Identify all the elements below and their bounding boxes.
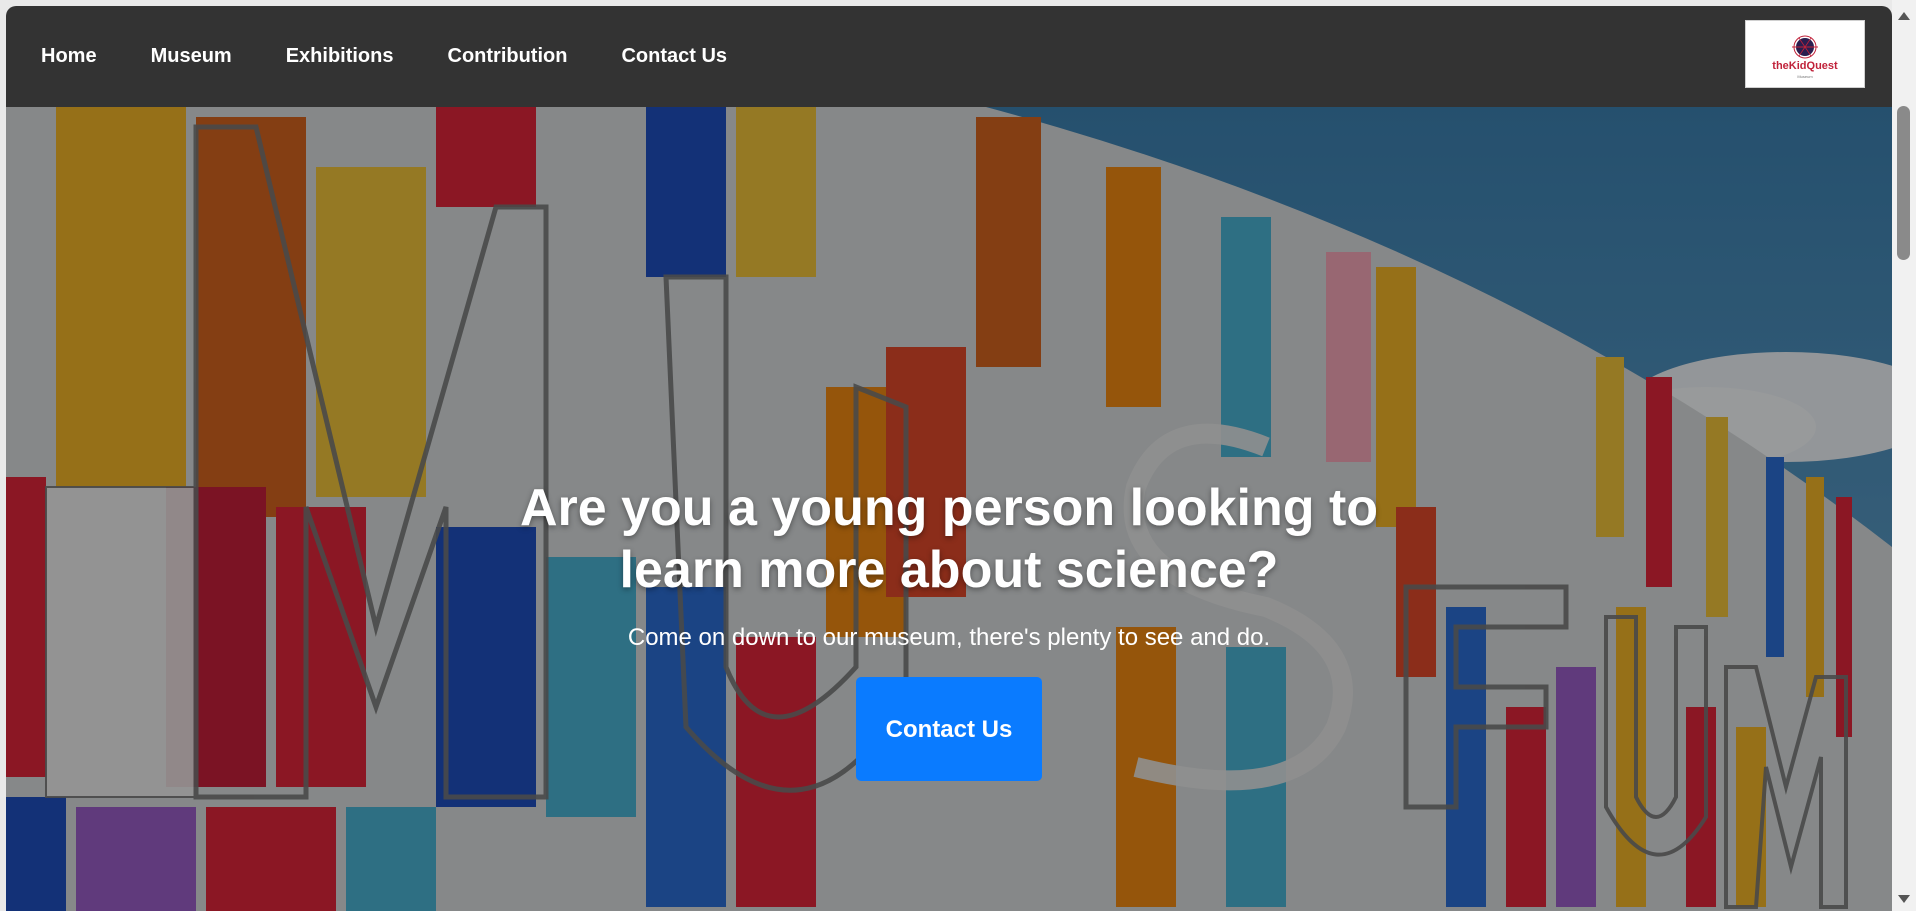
nav-link-contact-us[interactable]: Contact Us [621,45,727,68]
logo-subtext: Museum [1797,74,1813,79]
page-scrollbar[interactable] [1892,0,1916,911]
hero-content: Are you a young person looking to learn … [6,477,1892,781]
planet-icon [1792,35,1818,59]
nav-link-home[interactable]: Home [41,45,97,68]
site-logo[interactable]: theKidQuest Museum [1745,20,1865,88]
scroll-up-arrow-icon[interactable] [1898,12,1910,20]
scrollbar-thumb[interactable] [1897,106,1910,260]
nav-link-museum[interactable]: Museum [151,45,232,68]
hero-subtitle: Come on down to our museum, there's plen… [627,624,1271,651]
logo-text: theKidQuest [1772,60,1838,72]
nav-links: Home Museum Exhibitions Contribution Con… [41,6,781,107]
hero-title: Are you a young person looking to learn … [519,479,1379,599]
contact-us-button[interactable]: Contact Us [856,677,1042,781]
nav-link-exhibitions[interactable]: Exhibitions [286,45,394,68]
hero-section: Are you a young person looking to learn … [6,107,1892,911]
nav-link-contribution[interactable]: Contribution [448,45,568,68]
browser-viewport: Home Museum Exhibitions Contribution Con… [6,6,1892,911]
top-navbar: Home Museum Exhibitions Contribution Con… [6,6,1892,107]
scroll-down-arrow-icon[interactable] [1898,895,1910,903]
